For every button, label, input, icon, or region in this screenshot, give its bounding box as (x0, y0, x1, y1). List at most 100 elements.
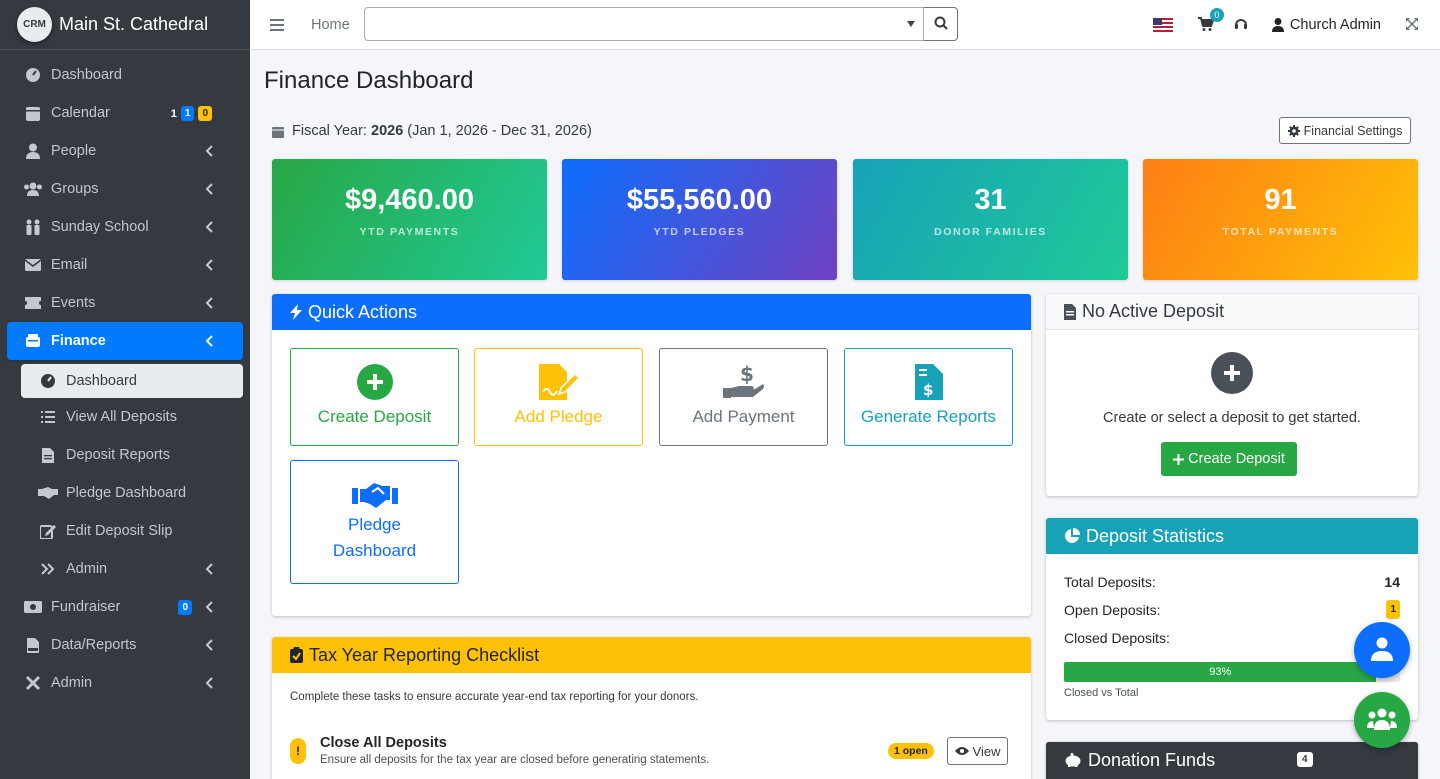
search-button[interactable] (924, 7, 958, 41)
tax-checklist-card: Tax Year Reporting Checklist Complete th… (272, 637, 1031, 779)
add-pledge-label: Add Pledge (514, 407, 603, 426)
fundraiser-badge: 0 (178, 600, 192, 615)
sidebar-item-label: Events (51, 295, 96, 311)
gear-icon (1287, 124, 1300, 137)
sidebar-subitem-edit-deposit-slip[interactable]: Edit Deposit Slip (21, 512, 243, 550)
file-icon (1064, 303, 1076, 320)
add-payment-label: Add Payment (692, 407, 795, 426)
chevron-left-icon (205, 563, 213, 579)
file-signature-icon (538, 364, 579, 400)
profile-fab-button[interactable] (1354, 622, 1410, 678)
handshake-icon (351, 483, 398, 508)
hamburger-icon[interactable] (250, 18, 304, 31)
stat-value: $9,460.00 (344, 184, 474, 216)
generate-reports-button[interactable]: $ Generate Reports (844, 348, 1013, 446)
financial-settings-button[interactable]: Financial Settings (1279, 117, 1411, 144)
create-deposit-button[interactable]: Create Deposit (290, 348, 459, 446)
sidebar-subitem-admin[interactable]: Admin (21, 550, 243, 588)
cart-badge: 0 (1209, 7, 1224, 22)
sidebar-subitem-deposit-reports[interactable]: Deposit Reports (21, 436, 243, 474)
tools-icon (23, 675, 43, 691)
stat-ytd-pledges: $55,560.00 YTD PLEDGES (562, 159, 837, 280)
chevron-left-icon (205, 335, 213, 351)
user-icon (23, 143, 43, 159)
stat-value: 91 (1264, 184, 1297, 216)
tax-checklist-title: Tax Year Reporting Checklist (309, 644, 540, 665)
headset-icon[interactable] (1234, 17, 1248, 34)
sidebar-subitem-view-deposits[interactable]: View All Deposits (21, 398, 243, 436)
create-deposit-button[interactable]: Create Deposit (1161, 442, 1297, 476)
sidebar-item-people[interactable]: People (7, 132, 243, 170)
groups-fab-button[interactable] (1354, 692, 1410, 748)
total-deposits-value: 14 (1384, 574, 1400, 590)
chevron-left-icon (205, 221, 213, 237)
sidebar-item-sunday-school[interactable]: Sunday School (7, 208, 243, 246)
quick-actions-title: Quick Actions (308, 301, 418, 322)
sidebar-item-label: Admin (51, 675, 93, 691)
user-menu[interactable]: Church Admin (1271, 17, 1381, 33)
children-icon (23, 219, 43, 235)
sidebar-item-email[interactable]: Email (7, 246, 243, 284)
sidebar-item-data-reports[interactable]: Data/Reports (7, 626, 243, 664)
caret-down-icon (907, 21, 915, 27)
sidebar-item-dashboard[interactable]: Dashboard (7, 56, 243, 94)
add-payment-button[interactable]: $ Add Payment (659, 348, 828, 446)
tachometer-icon (38, 373, 58, 389)
brand-logo: CRM (17, 7, 52, 42)
us-flag-icon[interactable] (1152, 18, 1173, 32)
progress-caption: Closed vs Total (1064, 687, 1139, 699)
calendar-count: 1 (170, 107, 177, 120)
sidebar-item-label: Edit Deposit Slip (66, 523, 173, 539)
stat-donor-families: 31 DONOR FAMILIES (853, 159, 1128, 280)
sidebar-item-calendar[interactable]: Calendar 1 1 0 (7, 94, 243, 132)
fiscal-year-value: 2026 (371, 123, 404, 139)
stat-ytd-payments: $9,460.00 YTD PAYMENTS (272, 159, 547, 280)
sidebar-item-label: Dashboard (51, 67, 122, 83)
eye-icon (954, 747, 969, 755)
chevron-left-icon (205, 601, 213, 617)
sidebar-item-finance[interactable]: Finance (7, 322, 243, 360)
sidebar-item-events[interactable]: Events (7, 284, 243, 322)
plus-circle-icon (1211, 352, 1253, 394)
cart-icon[interactable]: 0 (1197, 7, 1224, 34)
tachometer-icon (23, 67, 43, 83)
stat-label: TOTAL PAYMENTS (1222, 226, 1339, 238)
plus-circle-icon (356, 364, 393, 400)
create-deposit-label: Create Deposit (317, 407, 432, 426)
sidebar-item-label: Pledge Dashboard (66, 485, 187, 501)
calendar-badge-blue: 1 (180, 106, 195, 121)
search-input[interactable] (364, 7, 924, 41)
sidebar-item-label: Email (51, 257, 88, 273)
sidebar-item-groups[interactable]: Groups (7, 170, 243, 208)
finance-submenu: Dashboard View All Deposits Deposit Repo… (7, 364, 243, 588)
pledge-dashboard-button[interactable]: Pledge Dashboard (290, 460, 459, 584)
open-deposits-label: Open Deposits: (1064, 601, 1161, 618)
user-icon (1271, 18, 1284, 32)
pledge-dashboard-label: Pledge Dashboard (332, 515, 417, 560)
list-icon (38, 411, 58, 423)
fullscreen-icon[interactable] (1406, 17, 1418, 33)
home-link[interactable]: Home (311, 17, 350, 33)
file-icon (38, 447, 58, 463)
view-button[interactable]: View (947, 737, 1008, 765)
open-deposits-badge: 1 (1386, 600, 1400, 619)
top-right-tools: 0 Church Admin (1152, 0, 1440, 50)
exclamation-icon: ! (290, 738, 306, 764)
user-icon (1371, 637, 1393, 664)
sidebar-subitem-dashboard[interactable]: Dashboard (21, 364, 243, 398)
brand[interactable]: CRM Main St. Cathedral (0, 0, 250, 50)
open-deposits-row: Open Deposits: 1 (1064, 600, 1400, 619)
checklist-item-desc: Ensure all deposits for the tax year are… (320, 754, 710, 766)
calendar-badges: 1 1 0 (171, 106, 212, 121)
sidebar-item-fundraiser[interactable]: Fundraiser 0 (7, 588, 243, 626)
users-icon (1367, 708, 1397, 733)
sidebar-item-label: People (51, 143, 97, 159)
sidebar-item-label: Data/Reports (51, 637, 137, 653)
sidebar-item-admin[interactable]: Admin (7, 664, 243, 702)
bank-icon (23, 334, 43, 348)
view-label: View (972, 743, 1001, 759)
stat-label: DONOR FAMILIES (934, 226, 1047, 238)
add-pledge-button[interactable]: Add Pledge (474, 348, 643, 446)
sidebar-subitem-pledge-dashboard[interactable]: Pledge Dashboard (21, 474, 243, 512)
stat-total-payments: 91 TOTAL PAYMENTS (1143, 159, 1418, 280)
